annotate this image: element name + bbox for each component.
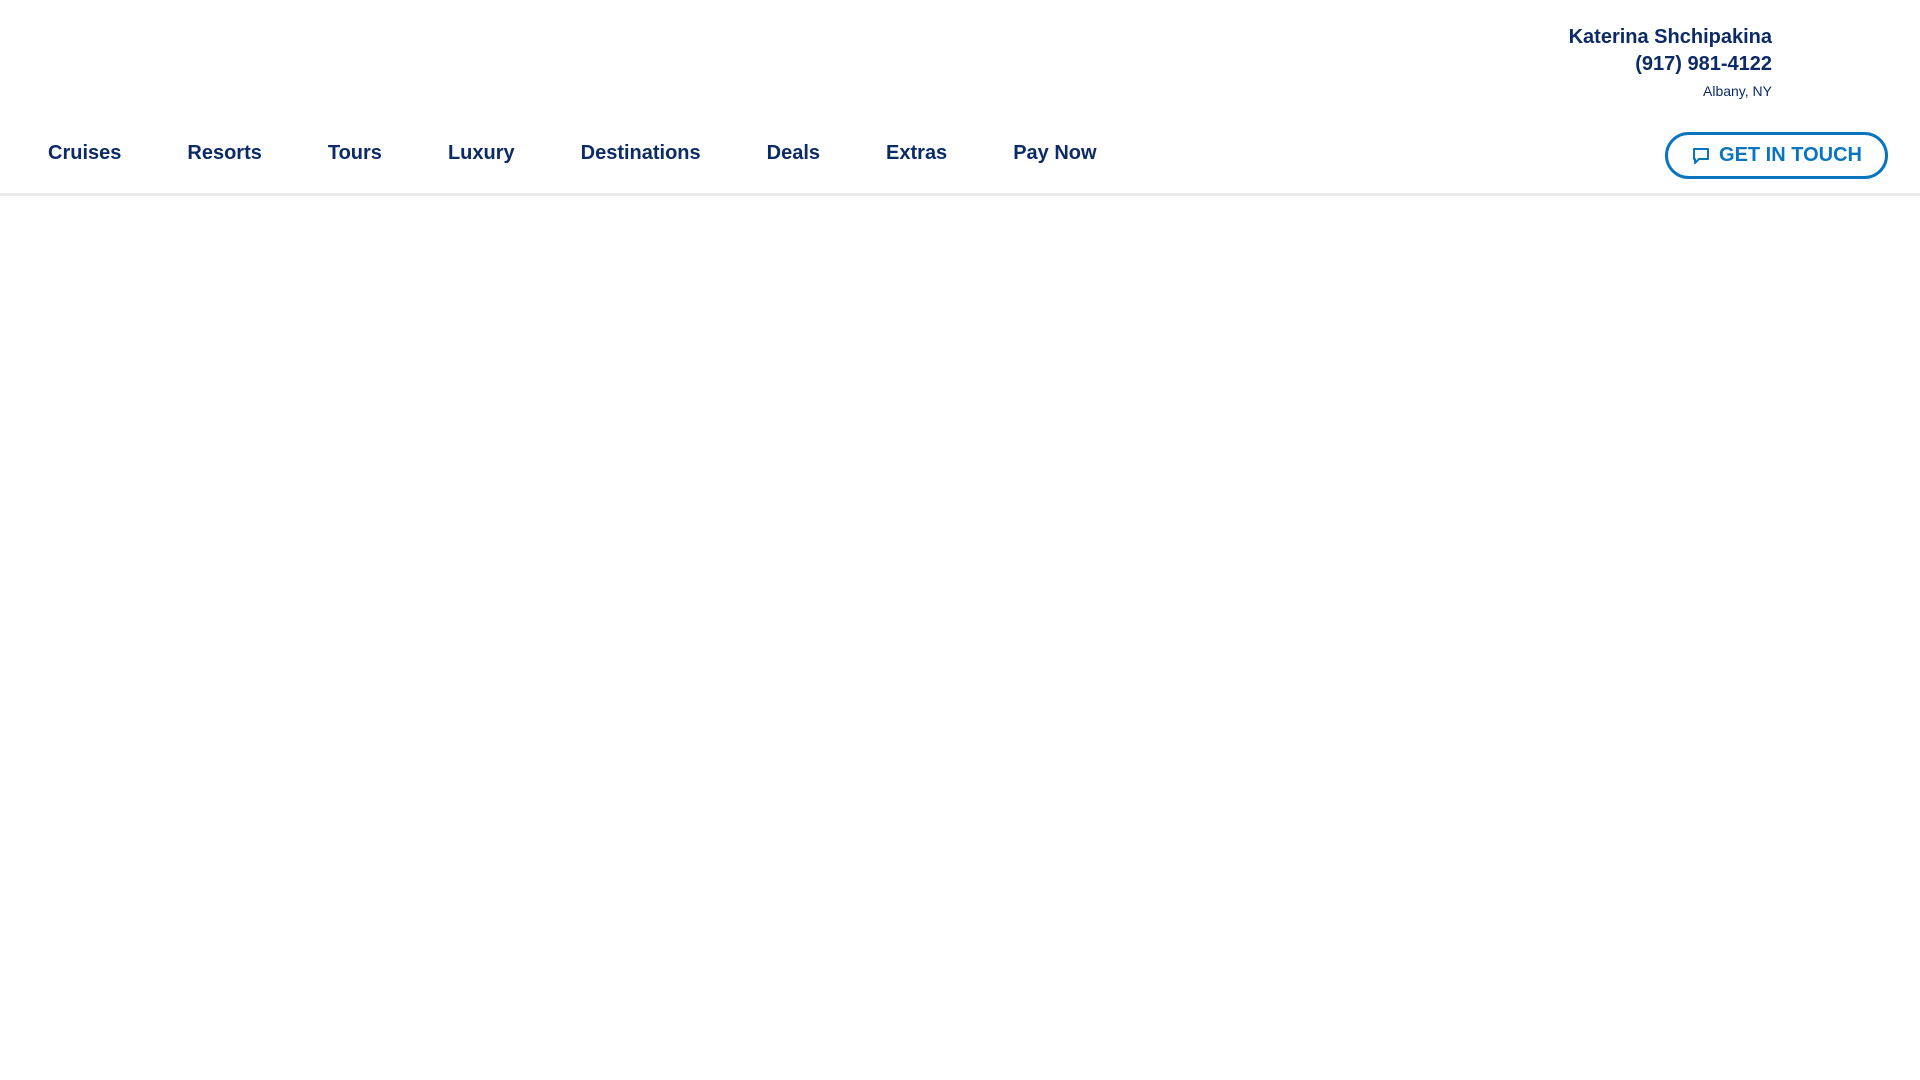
agent-phone-link[interactable]: (917) 981-4122 <box>1569 50 1772 78</box>
nav-item-resorts[interactable]: Resorts <box>187 142 261 165</box>
chat-bubble-icon <box>1691 146 1711 166</box>
main-content-area <box>0 196 1920 1080</box>
get-in-touch-button[interactable]: GET IN TOUCH <box>1665 132 1888 179</box>
nav-item-tours[interactable]: Tours <box>328 142 382 165</box>
nav-item-destinations[interactable]: Destinations <box>581 142 701 165</box>
get-in-touch-label: GET IN TOUCH <box>1719 144 1862 166</box>
agent-name: Katerina Shchipakina <box>1568 26 1772 48</box>
main-navigation: Cruises Resorts Tours Luxury Destination… <box>48 142 1163 165</box>
nav-item-cruises[interactable]: Cruises <box>48 142 121 165</box>
agent-contact-block: Katerina Shchipakina (917) 981-4122 Alba… <box>1569 24 1772 102</box>
agent-location: Albany, NY <box>1703 83 1772 99</box>
nav-item-pay-now[interactable]: Pay Now <box>1013 142 1096 165</box>
nav-item-deals[interactable]: Deals <box>767 142 820 165</box>
nav-item-luxury[interactable]: Luxury <box>448 142 515 165</box>
site-header: Katerina Shchipakina (917) 981-4122 Alba… <box>0 0 1920 196</box>
nav-item-extras[interactable]: Extras <box>886 142 947 165</box>
